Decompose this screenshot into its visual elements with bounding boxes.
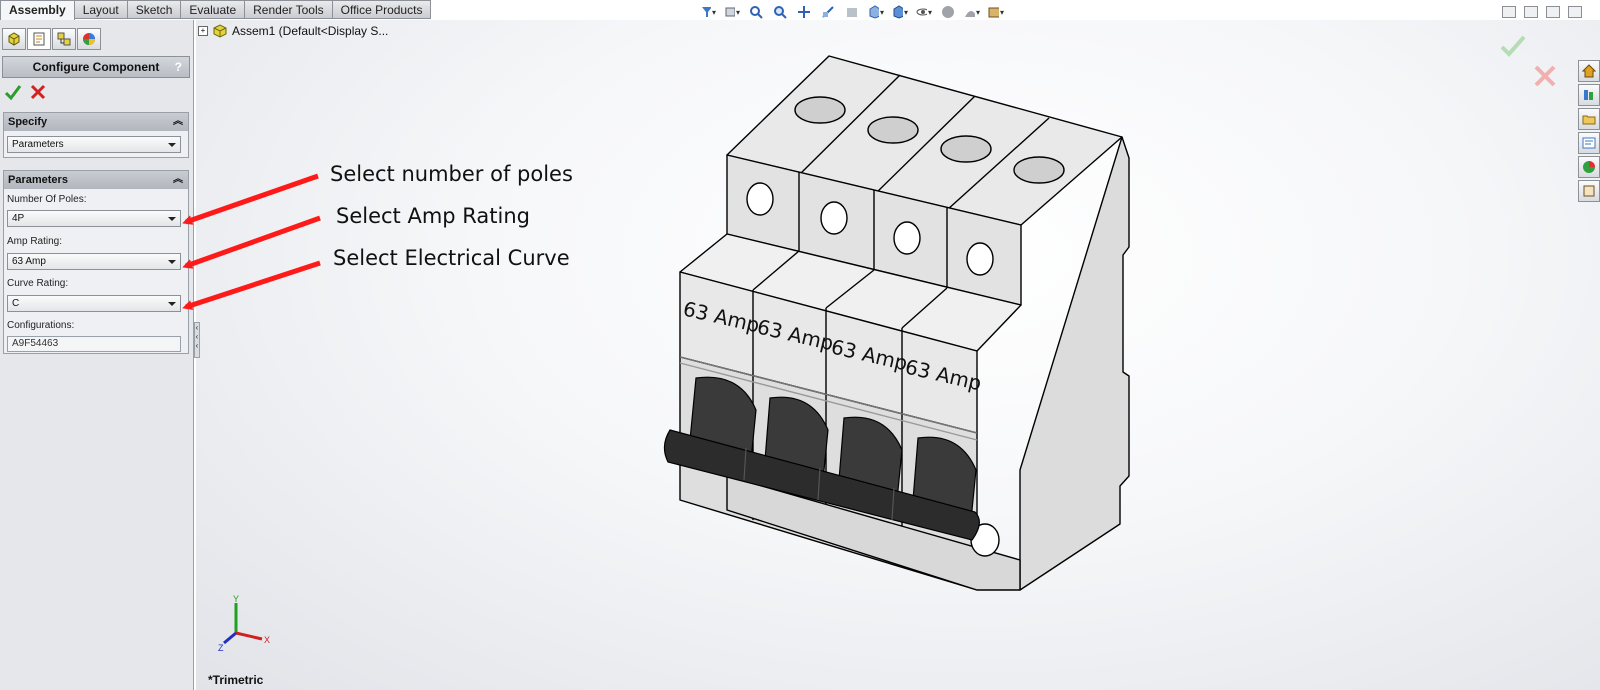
annotation-arrows xyxy=(182,173,321,310)
tab-evaluate[interactable]: Evaluate xyxy=(181,0,246,19)
annotation-poles: Select number of poles xyxy=(330,162,573,186)
poles-arrow xyxy=(182,173,319,225)
axis-z-label: Z xyxy=(218,643,224,653)
tab-render-tools[interactable]: Render Tools xyxy=(245,0,333,19)
tab-office-products[interactable]: Office Products xyxy=(332,0,432,19)
curve-arrow xyxy=(182,260,321,310)
annotation-curve: Select Electrical Curve xyxy=(333,246,570,270)
tab-layout[interactable]: Layout xyxy=(74,0,128,19)
amp-arrow xyxy=(182,215,321,269)
reference-triad: Y X Z xyxy=(218,594,270,653)
command-manager-tabs: Assembly Layout Sketch Evaluate Render T… xyxy=(0,0,432,20)
tab-assembly[interactable]: Assembly xyxy=(0,0,75,20)
annotation-amp: Select Amp Rating xyxy=(336,204,530,228)
tab-sketch[interactable]: Sketch xyxy=(127,0,182,19)
view-name: *Trimetric xyxy=(208,673,264,687)
axis-y-label: Y xyxy=(233,594,239,604)
axis-x-label: X xyxy=(264,635,270,645)
